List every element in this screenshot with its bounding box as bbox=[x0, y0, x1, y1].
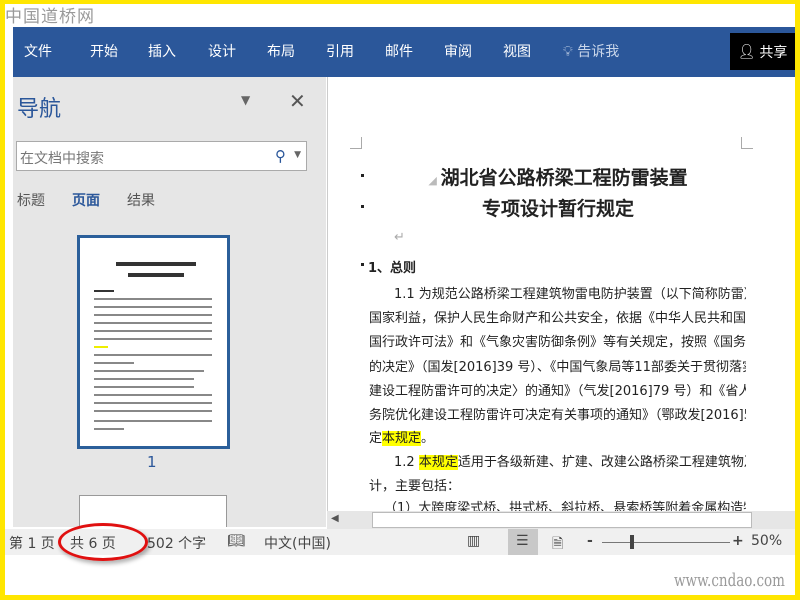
read-mode-icon[interactable]: ▥ bbox=[467, 533, 480, 549]
horizontal-scrollbar[interactable]: ◀ bbox=[327, 511, 795, 529]
body-line: 务院优化建设工程防雷许可决定有关事项的通知》（鄂政发[2016]59 号）的精神… bbox=[369, 408, 746, 423]
window: 中国道桥网 文件 开始 插入 设计 布局 引用 邮件 审阅 视图 💡︎ 告诉我 … bbox=[5, 4, 795, 595]
zoom-in-button[interactable]: + bbox=[732, 533, 744, 549]
scroll-left-icon[interactable]: ◀ bbox=[331, 513, 339, 524]
language[interactable]: 中文(中国) bbox=[264, 533, 331, 553]
tab-layout[interactable]: 布局 bbox=[267, 41, 295, 61]
body-line: 建设工程防雷许可的决定〉的通知》（气发[2016]79 号）和《省人民政府关于贯… bbox=[369, 384, 746, 399]
tell-me-box[interactable]: 💡︎ 告诉我 bbox=[563, 41, 619, 61]
nav-tab-results[interactable]: 结果 bbox=[127, 190, 155, 210]
red-annotation-circle bbox=[58, 523, 148, 561]
watermark-logo: 中国道桥网 bbox=[5, 7, 95, 27]
tab-file[interactable]: 文件 bbox=[24, 41, 52, 61]
person-add-icon: 👤︎ bbox=[737, 43, 756, 60]
body-line: 1.1 为规范公路桥梁工程建筑物雷电防护装置（以下简称防雷）设计工作，维护 bbox=[394, 287, 746, 302]
watermark-url: www.cndao.com bbox=[674, 570, 785, 591]
tab-mailings[interactable]: 邮件 bbox=[385, 41, 413, 61]
print-layout-icon: ☰ bbox=[516, 533, 529, 549]
page-indicator[interactable]: 第 1 页 bbox=[9, 533, 55, 553]
zoom-out-button[interactable]: - bbox=[587, 533, 593, 549]
nav-tab-headings[interactable]: 标题 bbox=[17, 190, 45, 210]
zoom-level[interactable]: 50% bbox=[751, 533, 782, 549]
zoom-slider-thumb[interactable] bbox=[630, 535, 634, 549]
paragraph-mark: ↵ bbox=[394, 230, 405, 245]
thumbnail-page-number: 1 bbox=[147, 453, 157, 471]
search-input[interactable]: 在文档中搜索 ⚲ ▼ bbox=[16, 141, 307, 171]
close-icon[interactable]: ✕ bbox=[289, 89, 306, 113]
document-page[interactable]: ◢ 湖北省公路桥梁工程防雷装置 专项设计暂行规定 ↵ 1、总则 1.1 为规范公… bbox=[327, 77, 795, 511]
scrollbar-thumb[interactable] bbox=[372, 512, 752, 528]
tab-insert[interactable]: 插入 bbox=[148, 41, 176, 61]
navigation-pane: 导航 ▼ ✕ 在文档中搜索 ⚲ ▼ 标题 页面 结果 1 bbox=[13, 77, 326, 527]
proofing-icon[interactable]: 📖︎ bbox=[227, 533, 245, 549]
ribbon: 文件 开始 插入 设计 布局 引用 邮件 审阅 视图 💡︎ 告诉我 👤︎ 共享 bbox=[13, 27, 795, 77]
print-layout-button[interactable]: ☰ bbox=[508, 529, 538, 555]
page-thumbnail-1[interactable] bbox=[77, 235, 230, 449]
tab-review[interactable]: 审阅 bbox=[444, 41, 472, 61]
share-button[interactable]: 👤︎ 共享 bbox=[730, 33, 795, 70]
body-line: （1）大跨度梁式桥、拱式桥、斜拉桥、悬索桥等附着金属构造物的结构桥梁； bbox=[384, 501, 746, 511]
tab-home[interactable]: 开始 bbox=[90, 41, 118, 61]
zoom-slider[interactable] bbox=[602, 542, 730, 543]
body-line: 国行政许可法》和《气象灾害防御条例》等有关规定，按照《国务院关于优化建设工程防雷… bbox=[369, 335, 746, 350]
nav-title: 导航 bbox=[17, 97, 62, 122]
nav-tab-pages[interactable]: 页面 bbox=[72, 190, 100, 210]
word-count[interactable]: 502 个字 bbox=[147, 533, 206, 553]
highlighted-text: 本规定 bbox=[382, 431, 422, 446]
highlighted-text: 本规定 bbox=[418, 455, 458, 470]
document-title-line-2: 专项设计暂行规定 bbox=[481, 198, 634, 220]
web-layout-icon[interactable]: 🗎︎ bbox=[552, 533, 563, 557]
body-line: 1.2 本规定适用于各级新建、扩建、改建公路桥梁工程建筑物及其附属工程的防雷设 bbox=[394, 455, 746, 470]
search-dropdown-icon[interactable]: ▼ bbox=[294, 150, 301, 160]
lightbulb-icon: 💡︎ bbox=[563, 44, 573, 60]
tab-references[interactable]: 引用 bbox=[326, 41, 354, 61]
nav-options-dropdown-icon[interactable]: ▼ bbox=[241, 93, 250, 107]
tab-design[interactable]: 设计 bbox=[208, 41, 236, 61]
search-icon[interactable]: ⚲ bbox=[275, 147, 286, 165]
search-placeholder: 在文档中搜索 bbox=[20, 151, 104, 167]
tab-view[interactable]: 视图 bbox=[503, 41, 531, 61]
tell-me-label: 告诉我 bbox=[577, 44, 620, 60]
body-line: 的决定》（国发[2016]39 号）、《中国气象局等11部委关于贯彻落实〈国务院… bbox=[369, 360, 746, 375]
document-title-line-1: ◢ 湖北省公路桥梁工程防雷装置 bbox=[428, 167, 688, 189]
body-line: 计，主要包括： bbox=[369, 479, 461, 494]
section-heading: 1、总则 bbox=[368, 261, 417, 276]
body-line: 国家利益，保护人民生命财产和公共安全，依据《中华人民共和国气象法》、《中华人民共… bbox=[369, 311, 746, 326]
body-line: 定本规定。 bbox=[369, 431, 435, 446]
share-label: 共享 bbox=[759, 44, 788, 61]
